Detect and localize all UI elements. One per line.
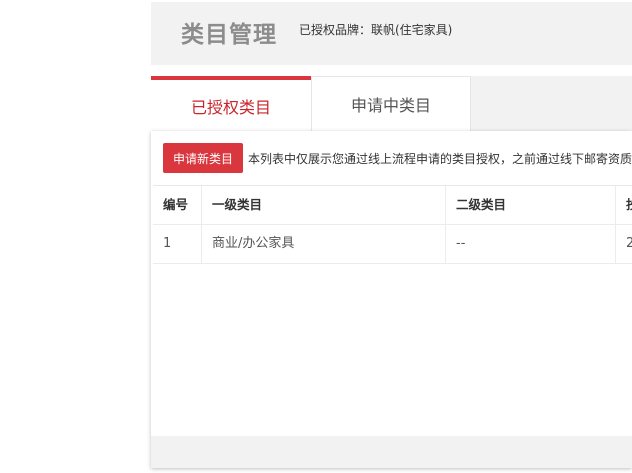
table-header-row: 编号 一级类目 二级类目 抄 xyxy=(153,186,632,225)
page-title: 类目管理 xyxy=(181,22,277,48)
category-panel: 申请新类目 本列表中仅展示您通过线上流程申请的类目授权，之前通过线下邮寄资质 编… xyxy=(151,131,632,468)
panel-footer xyxy=(151,436,632,468)
column-header-id: 编号 xyxy=(163,197,189,212)
cell-level2: -- xyxy=(445,225,615,263)
tab-authorized-categories[interactable]: 已授权类目 xyxy=(151,76,311,131)
column-header-extra: 抄 xyxy=(615,186,632,224)
table-row: 1 商业/办公家具 -- 2 xyxy=(153,225,632,264)
apply-new-category-button[interactable]: 申请新类目 xyxy=(163,143,244,173)
cell-id: 1 xyxy=(163,236,172,251)
cell-level1: 商业/办公家具 xyxy=(201,225,445,263)
category-table: 编号 一级类目 二级类目 抄 1 商业/办公家具 -- 2 xyxy=(153,185,632,264)
tab-bar: 已授权类目 申请中类目 xyxy=(151,76,632,131)
cell-extra: 2 xyxy=(615,225,632,263)
authorized-brand-label: 已授权品牌：联帆(住宅家具) xyxy=(299,23,453,37)
column-header-level2: 二级类目 xyxy=(445,186,615,224)
page-header: 类目管理 已授权品牌：联帆(住宅家具) xyxy=(151,2,632,65)
tab-pending-categories[interactable]: 申请中类目 xyxy=(311,76,471,131)
column-header-level1: 一级类目 xyxy=(201,186,445,224)
notice-text: 本列表中仅展示您通过线上流程申请的类目授权，之前通过线下邮寄资质 xyxy=(248,152,632,166)
